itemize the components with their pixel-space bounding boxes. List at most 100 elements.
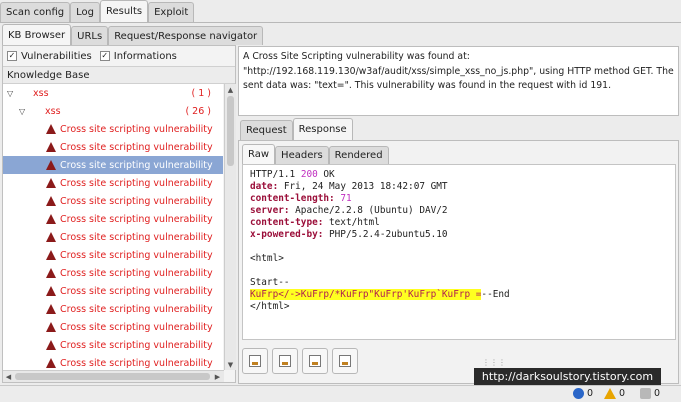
tree-vertical-scrollbar[interactable]: ▲ ▼ <box>224 84 236 370</box>
vulnerability-item-label: Cross site scripting vulnerability <box>60 195 213 207</box>
header-line: x-powered-by: PHP/5.2.4-2ubuntu5.10 <box>250 229 448 240</box>
tree-node-root[interactable]: ▽ xss ( 1 ) <box>3 84 223 102</box>
kb-tree: ▽ xss ( 1 ) ▽ xss ( 26 ) Cross site scri… <box>3 84 223 370</box>
vulnerability-item[interactable]: Cross site scripting vulnerability <box>3 174 223 192</box>
export-button[interactable] <box>332 348 358 374</box>
vulnerability-item[interactable]: Cross site scripting vulnerability <box>3 156 223 174</box>
vulnerability-item[interactable]: Cross site scripting vulnerability <box>3 192 223 210</box>
vulnerability-warning-icon <box>46 286 56 296</box>
header-line: content-type: text/html <box>250 217 380 228</box>
raw-response-text[interactable]: HTTP/1.1 200 OK date: Fri, 24 May 2013 1… <box>242 164 676 340</box>
tab-headers[interactable]: Headers <box>275 146 329 164</box>
kb-column-header[interactable]: Knowledge Base <box>3 66 235 84</box>
body-line: Start-- <box>250 277 290 288</box>
kb-panel: ✓ Vulnerabilities ✓ Informations Knowled… <box>2 45 236 383</box>
status-line: HTTP/1.1 200 OK <box>250 169 335 180</box>
request-response-tabs: Request Response <box>240 118 353 140</box>
vuln-count: 0 <box>640 388 660 399</box>
expand-arrow-icon[interactable]: ▽ <box>7 89 13 98</box>
scroll-right-icon[interactable]: ▶ <box>212 371 223 382</box>
vulnerability-item-label: Cross site scripting vulnerability <box>60 141 213 153</box>
warning-count: 0 <box>604 388 625 399</box>
tree-horizontal-scrollbar[interactable]: ◀ ▶ <box>3 370 224 382</box>
body-line: </html> <box>250 301 290 312</box>
vulnerability-warning-icon <box>46 358 56 368</box>
main-tabs: Scan config Log Results Exploit <box>0 0 195 22</box>
vulnerability-item-label: Cross site scripting vulnerability <box>60 339 213 351</box>
vulnerability-item[interactable]: Cross site scripting vulnerability <box>3 318 223 336</box>
header-line: server: Apache/2.2.8 (Ubuntu) DAV/2 <box>250 205 448 216</box>
vulnerability-item[interactable]: Cross site scripting vulnerability <box>3 138 223 156</box>
vulnerability-item-label: Cross site scripting vulnerability <box>60 249 213 261</box>
vulnerability-item[interactable]: Cross site scripting vulnerability <box>3 354 223 370</box>
tab-rendered[interactable]: Rendered <box>328 146 389 164</box>
header-line: date: Fri, 24 May 2013 18:42:07 GMT <box>250 181 448 192</box>
tab-kb-browser[interactable]: KB Browser <box>2 24 72 45</box>
vulnerability-warning-icon <box>46 232 56 242</box>
scroll-up-icon[interactable]: ▲ <box>225 84 236 95</box>
scroll-left-icon[interactable]: ◀ <box>3 371 14 382</box>
vulnerability-item[interactable]: Cross site scripting vulnerability <box>3 210 223 228</box>
warning-icon <box>604 388 616 399</box>
scroll-down-icon[interactable]: ▼ <box>225 359 236 370</box>
vulnerability-item-label: Cross site scripting vulnerability <box>60 231 213 243</box>
vulnerability-warning-icon <box>46 142 56 152</box>
vulnerabilities-label: Vulnerabilities <box>21 50 92 62</box>
watermark: http://darksoulstory.tistory.com <box>474 368 661 385</box>
status-bar: 0 0 0 <box>0 385 681 402</box>
vulnerability-item[interactable]: Cross site scripting vulnerability <box>3 264 223 282</box>
info-count: 0 <box>573 388 593 399</box>
header-line: content-length: 71 <box>250 193 352 204</box>
vulnerability-item-label: Cross site scripting vulnerability <box>60 303 213 315</box>
vulnerability-description: A Cross Site Scripting vulnerability was… <box>238 46 679 116</box>
send-to-manual-button[interactable] <box>242 348 268 374</box>
vulnerability-item[interactable]: Cross site scripting vulnerability <box>3 282 223 300</box>
resize-grip-icon[interactable]: ⋮⋮⋮ <box>482 358 506 367</box>
send-to-fuzzy-button[interactable] <box>272 348 298 374</box>
tab-response[interactable]: Response <box>292 118 353 140</box>
send-to-compare-button[interactable] <box>302 348 328 374</box>
vulnerability-item[interactable]: Cross site scripting vulnerability <box>3 336 223 354</box>
expand-arrow-icon[interactable]: ▽ <box>19 107 25 116</box>
vulnerabilities-checkbox[interactable]: ✓ <box>7 51 17 61</box>
vulnerability-warning-icon <box>46 250 56 260</box>
body-line: <html> <box>250 253 284 264</box>
vulnerability-item-label: Cross site scripting vulnerability <box>60 285 213 297</box>
tree-node-count: ( 26 ) <box>185 105 211 117</box>
vulnerability-item-label: Cross site scripting vulnerability <box>60 159 213 171</box>
tab-log[interactable]: Log <box>70 2 100 22</box>
vulnerability-item[interactable]: Cross site scripting vulnerability <box>3 300 223 318</box>
tree-node-label: xss <box>33 87 49 99</box>
tab-scan-config[interactable]: Scan config <box>0 2 71 22</box>
vulnerability-item[interactable]: Cross site scripting vulnerability <box>3 228 223 246</box>
vulnerability-warning-icon <box>46 178 56 188</box>
vulnerability-warning-icon <box>46 304 56 314</box>
results-tabs: KB Browser URLs Request/Response navigat… <box>2 24 264 45</box>
vulnerability-warning-icon <box>46 160 56 170</box>
tab-urls[interactable]: URLs <box>71 26 109 45</box>
vulnerability-warning-icon <box>46 124 56 134</box>
vulnerability-item[interactable]: Cross site scripting vulnerability <box>3 246 223 264</box>
vulnerability-warning-icon <box>46 268 56 278</box>
info-icon <box>573 388 584 399</box>
informations-checkbox[interactable]: ✓ <box>99 51 110 61</box>
scroll-thumb[interactable] <box>15 373 210 380</box>
vulnerability-item-label: Cross site scripting vulnerability <box>60 321 213 333</box>
vulnerability-item-label: Cross site scripting vulnerability <box>60 213 213 225</box>
vulnerability-item-label: Cross site scripting vulnerability <box>60 267 213 279</box>
view-tabs: Raw Headers Rendered <box>242 144 389 164</box>
tree-node-count: ( 1 ) <box>191 87 212 99</box>
export-icon <box>339 355 351 367</box>
vulnerability-item[interactable]: Cross site scripting vulnerability <box>3 120 223 138</box>
vulnerability-item-label: Cross site scripting vulnerability <box>60 177 213 189</box>
tab-raw[interactable]: Raw <box>242 144 276 164</box>
vulnerability-item-label: Cross site scripting vulnerability <box>60 123 213 135</box>
scroll-thumb[interactable] <box>227 96 234 166</box>
tab-request[interactable]: Request <box>240 120 293 140</box>
tree-node-child[interactable]: ▽ xss ( 26 ) <box>3 102 223 120</box>
tab-exploit[interactable]: Exploit <box>148 2 195 22</box>
filter-bar: ✓ Vulnerabilities ✓ Informations <box>3 46 235 66</box>
tab-results[interactable]: Results <box>99 0 149 22</box>
vulnerability-warning-icon <box>46 322 56 332</box>
tab-request-response-navigator[interactable]: Request/Response navigator <box>108 26 264 45</box>
